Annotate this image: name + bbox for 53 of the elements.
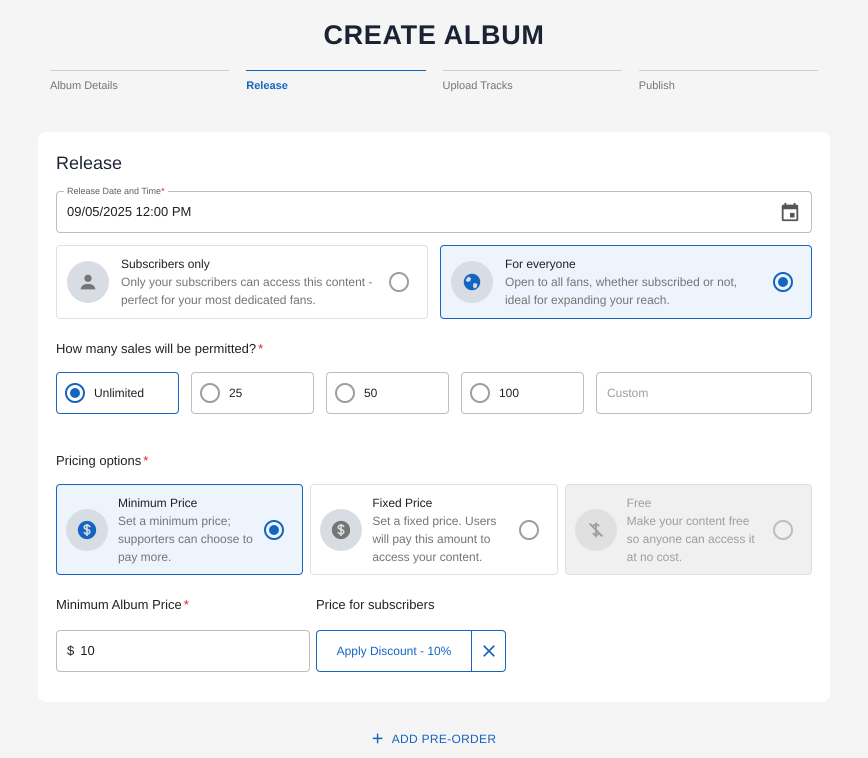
pricing-option[interactable]: Minimum Price Set a minimum price; supporters can choose to pay more. — [56, 484, 304, 575]
option-title: Fixed Price — [372, 494, 434, 512]
field-value: 09/05/2025 12:00 PM — [67, 203, 192, 222]
required-mark: * — [184, 596, 189, 614]
option-label: 100 — [499, 384, 520, 402]
price-field[interactable]: $ 10 — [56, 630, 310, 672]
option-description: Open to all fans, whether subscribed or not, ideal for expanding your reach. — [505, 274, 738, 309]
option-description: Make your content free so anyone can access it at no cost. — [626, 512, 756, 566]
page-title: CREATE ALBUM — [323, 19, 545, 52]
audience-option[interactable]: For everyone Open to all fans, whether subscribed or not, ideal for expanding your reach. — [440, 245, 812, 319]
option-title: Minimum Price — [118, 494, 198, 512]
radio-button[interactable] — [389, 272, 409, 292]
option-description: Set a minimum price; supporters can choose to pay more. — [118, 512, 254, 566]
dollar-icon — [76, 518, 98, 540]
option-title: For everyone — [505, 256, 577, 273]
sales-option[interactable]: 25 — [191, 372, 314, 414]
pricing-option[interactable]: Fixed Price Set a fixed price. Users will pay this amount to access your content. — [310, 484, 558, 575]
step-tab[interactable]: Upload Tracks — [442, 70, 622, 94]
radio-button[interactable] — [518, 520, 539, 540]
step-tab[interactable]: Release — [246, 70, 426, 94]
step-tab[interactable]: Album Details — [50, 70, 230, 94]
option-description: Only your subscribers can access this content - perfect for your most dedicated fans. — [121, 274, 374, 309]
field-label: Minimum Album Price — [56, 596, 182, 614]
radio-button[interactable] — [470, 382, 490, 402]
globe-icon — [461, 271, 483, 293]
radio-button[interactable] — [773, 272, 793, 292]
required-mark: * — [143, 452, 148, 470]
sales-option[interactable]: 50 — [326, 372, 449, 414]
option-label: 25 — [229, 384, 242, 402]
add-pre-order-button[interactable]: + ADD PRE-ORDER — [372, 728, 496, 748]
option-title: Free — [626, 494, 652, 512]
radio-button[interactable] — [264, 520, 284, 540]
option-label: 50 — [364, 384, 378, 402]
sales-option[interactable]: Unlimited — [56, 372, 179, 414]
sales-option[interactable]: 100 — [461, 372, 584, 414]
currency-symbol: $ — [67, 642, 74, 660]
section-title: Release — [56, 152, 124, 175]
radio-button[interactable] — [335, 382, 355, 402]
radio-button[interactable] — [200, 382, 220, 402]
option-title: Subscribers only — [121, 256, 211, 273]
field-label: Price for subscribers — [316, 596, 434, 614]
step-tab[interactable]: Publish — [638, 70, 818, 94]
field-value: 10 — [80, 642, 95, 660]
radio-button[interactable] — [65, 382, 85, 402]
option-description: Set a fixed price. Users will pay this amount to access your content. — [372, 512, 498, 566]
field-label: Pricing options — [56, 452, 142, 470]
dollar-icon — [330, 518, 352, 540]
calendar-icon[interactable] — [779, 201, 801, 223]
custom-field[interactable]: Custom — [596, 372, 812, 414]
field-label: How many sales will be permitted? — [56, 340, 256, 358]
required-mark: * — [258, 340, 264, 358]
option-label: Unlimited — [94, 384, 144, 402]
audience-option[interactable]: Subscribers only Only your subscribers can access this content - perfect for your most dedicated fans. — [56, 245, 428, 319]
